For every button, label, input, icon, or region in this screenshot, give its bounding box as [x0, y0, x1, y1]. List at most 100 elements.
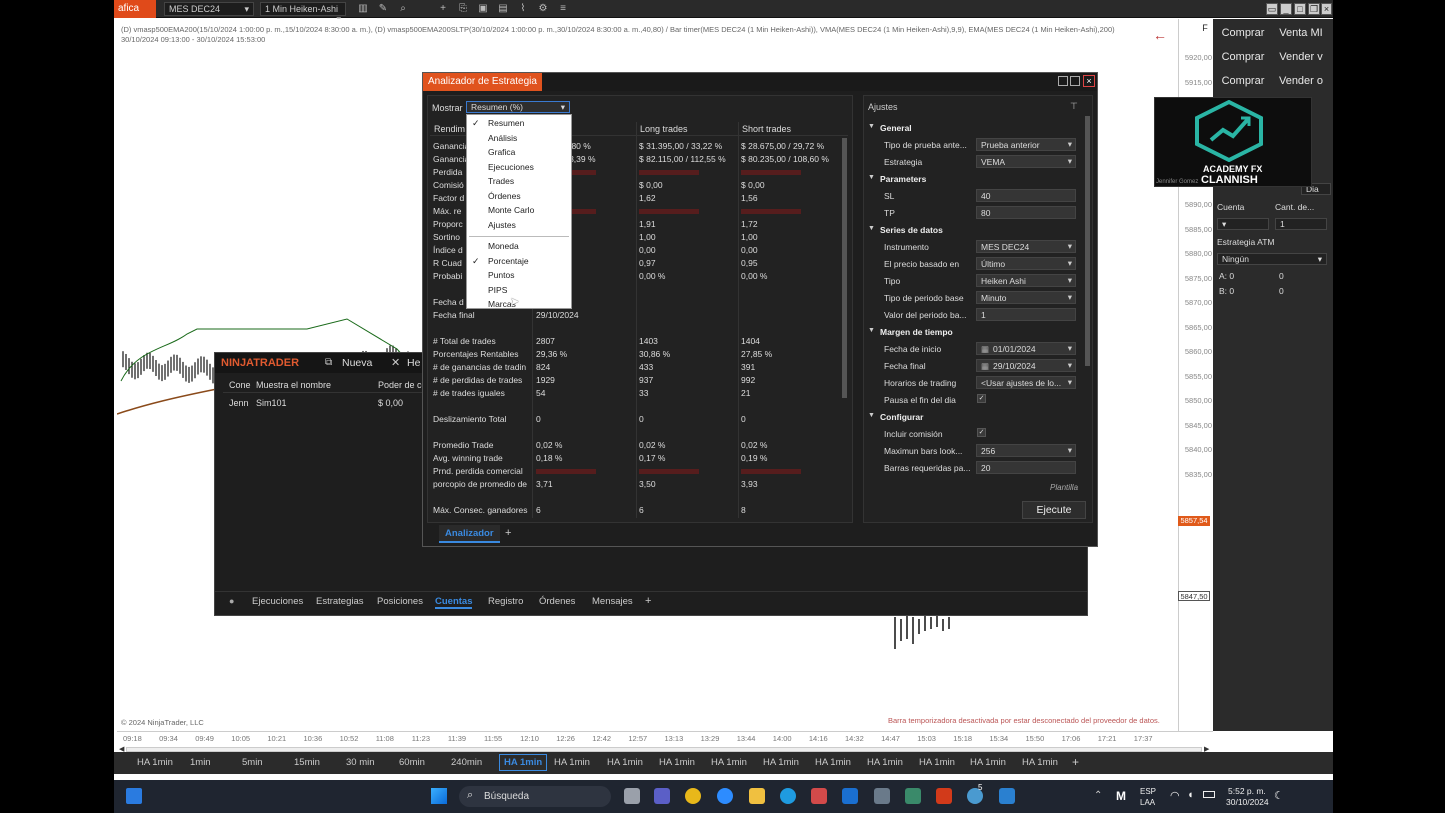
setting-checkbox[interactable]: ✓ [977, 394, 986, 403]
chart-tab[interactable]: HA 1min [867, 757, 903, 768]
battery-icon[interactable] [1203, 791, 1215, 798]
dropdown-unit-item[interactable]: Moneda [488, 241, 519, 251]
dropdown-item[interactable]: Ajustes [488, 220, 516, 230]
sell-stop-button[interactable]: Vender o [1273, 71, 1329, 91]
sell-limit-button[interactable]: Vender v [1273, 47, 1329, 67]
interval-select[interactable]: 1 Min Heiken-Ashi▾ [260, 2, 346, 24]
dropdown-item[interactable]: Análisis [488, 133, 517, 143]
calendar-icon[interactable]: ▦ [981, 361, 989, 371]
layout-icon[interactable]: ▤ [497, 3, 509, 15]
settings-scrollbar[interactable] [1085, 116, 1090, 366]
new-menu-icon[interactable]: ⧉ [325, 357, 332, 368]
clock-date[interactable]: 30/10/2024 [1226, 797, 1269, 807]
tab-analyzer[interactable]: Analizador [439, 525, 500, 543]
chart-tab[interactable]: HA 1min [499, 754, 548, 771]
crosshair-icon[interactable]: + [437, 3, 449, 15]
maximize-icon[interactable]: □ [1294, 3, 1306, 15]
task-view-icon[interactable] [624, 788, 640, 804]
nt-tab[interactable]: Registro [488, 596, 523, 607]
start-icon[interactable] [431, 788, 447, 804]
chevron-down-icon[interactable]: ▾ [1068, 292, 1072, 303]
chart-tab[interactable]: HA 1min [554, 757, 590, 768]
indicator-icon[interactable]: ⌇ [517, 3, 529, 15]
edge-icon[interactable] [780, 788, 796, 804]
copy-icon[interactable]: ⎘ [457, 3, 469, 15]
nt-add-tab-button[interactable]: + [645, 595, 651, 607]
chart-tab[interactable]: 5min [242, 757, 263, 768]
qty-input[interactable]: 1 [1275, 218, 1327, 230]
setting-input[interactable]: 40 [976, 189, 1076, 202]
account-select[interactable]: ▾ [1217, 218, 1269, 230]
setting-select[interactable]: MES DEC24 ▾ [976, 240, 1076, 253]
settings-section-arrow-icon[interactable]: ▼ [868, 412, 875, 419]
results-scrollbar[interactable] [842, 138, 847, 398]
chat-icon[interactable] [654, 788, 670, 804]
nt-tab[interactable]: Posiciones [377, 596, 423, 607]
chevron-down-icon[interactable]: ▾ [1068, 343, 1072, 354]
tray-app-icon[interactable]: M [1116, 789, 1126, 803]
app-icon-blue[interactable] [842, 788, 858, 804]
wifi-icon[interactable]: ◠ [1170, 789, 1180, 802]
settings-section[interactable]: Parameters [880, 174, 926, 184]
chevron-down-icon[interactable]: ▾ [1068, 241, 1072, 252]
settings-section[interactable]: Configurar [880, 412, 923, 422]
setting-input[interactable]: 80 [976, 206, 1076, 219]
bar-type-icon[interactable]: ▥ [357, 3, 369, 15]
chart-tab[interactable]: HA 1min [1022, 757, 1058, 768]
show-select[interactable]: Resumen (%) ▾ [466, 101, 570, 113]
nt-tab[interactable]: Órdenes [539, 596, 575, 607]
calendar-icon[interactable]: ▦ [981, 344, 989, 354]
buy-market-button[interactable]: Comprar [1215, 23, 1271, 43]
chart-tab[interactable]: HA 1min [659, 757, 695, 768]
setting-select[interactable]: <Usar ajustes de lo... ▾ [976, 376, 1076, 389]
f-toggle[interactable]: F [1199, 23, 1211, 37]
setting-select[interactable]: Último ▾ [976, 257, 1076, 270]
col-connection[interactable]: Cone [229, 380, 251, 390]
chart-tab[interactable]: HA 1min [137, 757, 173, 768]
analyzer-maximize-icon[interactable] [1070, 76, 1080, 86]
volume-icon[interactable]: ◖ [1187, 789, 1194, 801]
chevron-down-icon[interactable]: ▾ [1068, 156, 1072, 167]
settings-section-arrow-icon[interactable]: ▼ [868, 123, 875, 130]
settings-section-arrow-icon[interactable]: ▼ [868, 225, 875, 232]
settings-section[interactable]: General [880, 123, 912, 133]
chevron-down-icon[interactable]: ▾ [1068, 377, 1072, 388]
search-box[interactable]: ⌕ Búsqueda [459, 786, 611, 807]
dropdown-unit-item[interactable]: Porcentaje [488, 256, 529, 266]
setting-select[interactable]: VEMA ▾ [976, 155, 1076, 168]
dropdown-unit-item[interactable]: Puntos [488, 270, 514, 280]
chart-tab[interactable]: 15min [294, 757, 320, 768]
minimize-icon[interactable]: _ [1280, 3, 1292, 15]
dropdown-item[interactable]: Grafica [488, 147, 515, 157]
chart-tab[interactable]: HA 1min [711, 757, 747, 768]
setting-date[interactable]: ▦ 29/10/2024 ▾ [976, 359, 1076, 372]
app-icon-edit[interactable] [999, 788, 1015, 804]
tools-menu[interactable]: He [407, 357, 420, 369]
settings-section[interactable]: Margen de tiempo [880, 327, 953, 337]
chart-tab[interactable]: 60min [399, 757, 425, 768]
list-icon[interactable]: ≡ [557, 3, 569, 15]
buy-limit-button[interactable]: Comprar [1215, 47, 1271, 67]
setting-select[interactable]: 256 ▾ [976, 444, 1076, 457]
col-performance[interactable]: Rendim [434, 124, 465, 134]
pin-icon[interactable]: ⊤ [1070, 101, 1078, 112]
chart-tab[interactable]: HA 1min [815, 757, 851, 768]
chevron-down-icon[interactable]: ▾ [1068, 360, 1072, 371]
app-tab[interactable]: afica [114, 0, 156, 18]
restore-icon[interactable]: ❐ [1308, 3, 1320, 15]
instrument-select[interactable]: MES DEC24 ▾ [164, 2, 254, 16]
chart-tab[interactable]: HA 1min [970, 757, 1006, 768]
settings-section-arrow-icon[interactable]: ▼ [868, 327, 875, 334]
explorer-icon[interactable] [749, 788, 765, 804]
chart-tab[interactable]: 1min [190, 757, 211, 768]
ninjatrader-icon[interactable] [936, 788, 952, 804]
analyzer-close-icon[interactable]: × [1083, 75, 1095, 87]
add-tab-button[interactable]: + [505, 527, 511, 539]
chart-tab[interactable]: HA 1min [919, 757, 955, 768]
close-icon[interactable]: × [1321, 3, 1332, 15]
analyzer-minimize-icon[interactable] [1058, 76, 1068, 86]
nt-tab[interactable]: Estrategias [316, 596, 364, 607]
telegram-icon[interactable] [811, 788, 827, 804]
setting-input[interactable]: 20 [976, 461, 1076, 474]
buy-stop-button[interactable]: Comprar [1215, 71, 1271, 91]
